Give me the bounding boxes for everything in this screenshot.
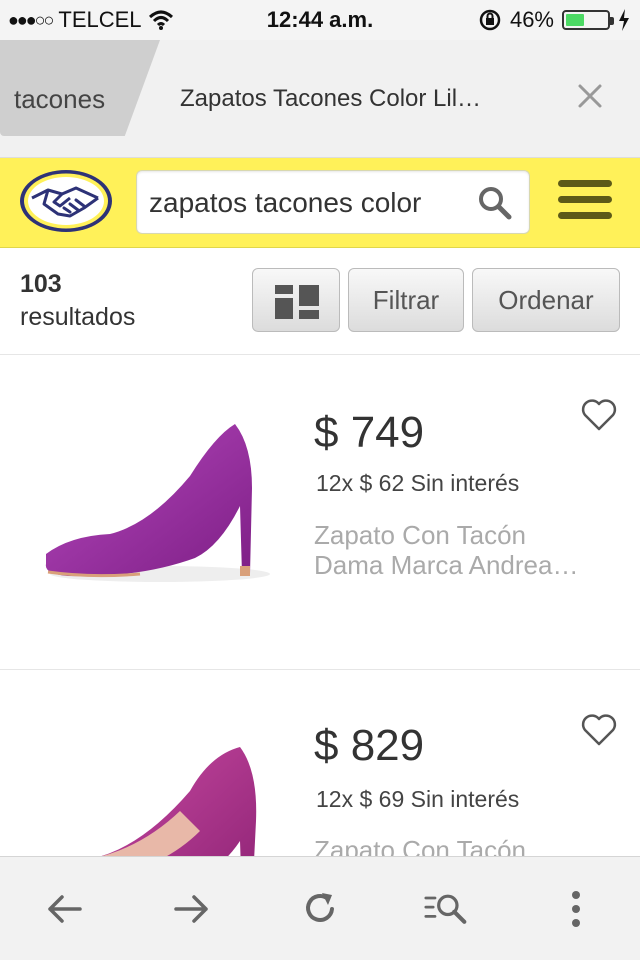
status-left: ●●●○○ TELCEL	[8, 7, 174, 33]
gallery-view-icon	[275, 285, 319, 319]
charging-bolt-icon	[619, 9, 629, 31]
product-image[interactable]	[30, 406, 280, 626]
battery-icon	[562, 10, 614, 30]
item-installments: 12x $ 62 Sin interés	[316, 470, 520, 496]
item-title-line[interactable]: Dama Marca Andrea…	[314, 550, 609, 580]
menu-bar-line	[558, 180, 612, 187]
status-right: 46%	[478, 7, 630, 33]
battery-percent: 46%	[509, 7, 554, 32]
menu-bar-line	[558, 212, 612, 219]
filter-button[interactable]: Filtrar	[348, 268, 464, 332]
signal-strength: ●●●○○	[8, 9, 54, 30]
search-input-value[interactable]: zapatos tacones color	[149, 187, 469, 219]
arrow-right-icon[interactable]	[170, 887, 214, 931]
product-image[interactable]	[30, 731, 280, 861]
hamburger-menu-icon[interactable]	[558, 180, 612, 224]
sort-button[interactable]: Ordenar	[472, 268, 620, 332]
tab-active-label[interactable]: Zapatos Tacones Color Lil…	[180, 85, 481, 113]
browser-toolbar	[0, 856, 640, 960]
browser-tab-strip: tacones Zapatos Tacones Color Lil…	[0, 40, 640, 158]
item-title-line[interactable]: Zapato Con Tacón	[314, 520, 609, 550]
more-vertical-icon[interactable]	[554, 887, 598, 931]
rotation-lock-icon	[479, 9, 501, 31]
results-bar: 103 resultados Filtrar Ordenar	[0, 248, 640, 355]
favorite-heart-icon[interactable]	[580, 713, 618, 747]
tab-tacones-label[interactable]: tacones	[14, 84, 124, 115]
favorite-heart-icon[interactable]	[580, 398, 618, 432]
reload-icon[interactable]	[298, 887, 342, 931]
view-toggle-button[interactable]	[252, 268, 340, 332]
results-label: resultados	[20, 303, 136, 331]
find-in-page-icon[interactable]	[424, 887, 468, 931]
close-tab-icon[interactable]	[574, 80, 606, 112]
status-bar: ●●●○○ TELCEL 12:44 a.m. 46%	[0, 0, 640, 40]
item-price[interactable]: $ 829	[314, 721, 424, 771]
battery-fill	[566, 14, 585, 26]
battery-tip	[610, 17, 614, 25]
item-installments: 12x $ 69 Sin interés	[316, 786, 520, 812]
item-title[interactable]: Zapato Con Tacón Dama Marca Andrea…	[314, 520, 609, 580]
wifi-icon	[148, 10, 173, 30]
list-item[interactable]: $ 749 12x $ 62 Sin interés Zapato Con Ta…	[0, 356, 640, 670]
carrier-name: TELCEL	[58, 7, 142, 32]
app-header: zapatos tacones color	[0, 158, 640, 248]
handshake-logo-icon[interactable]	[18, 168, 114, 234]
results-count: 103	[20, 270, 62, 298]
search-input[interactable]: zapatos tacones color	[136, 170, 530, 234]
item-price[interactable]: $ 749	[314, 408, 424, 458]
arrow-left-icon[interactable]	[42, 887, 86, 931]
list-item[interactable]: $ 829 12x $ 69 Sin interés Zapato Con Ta…	[0, 671, 640, 861]
menu-bar-line	[558, 196, 612, 203]
search-icon[interactable]	[477, 185, 513, 221]
